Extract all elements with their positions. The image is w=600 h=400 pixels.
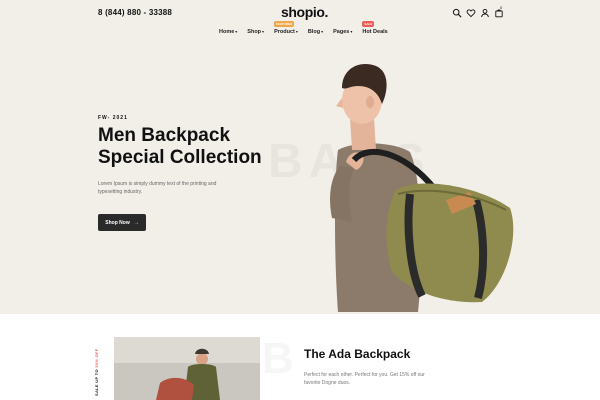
nav-label: Product	[274, 29, 295, 35]
heart-icon[interactable]	[466, 8, 476, 18]
shop-now-label: Shop Now	[105, 219, 130, 226]
section-watermark-letter: B	[262, 334, 294, 384]
chevron-down-icon: ▾	[235, 29, 238, 34]
nav-label: Pages	[333, 29, 350, 35]
nav-item-hot-deals[interactable]: SALE Hot Deals	[362, 21, 388, 35]
nav-label: Home	[219, 29, 235, 35]
chevron-down-icon: ▾	[295, 29, 298, 34]
sale-text: SALE UP TO	[94, 369, 99, 396]
hero-title-line-1: Men Backpack	[98, 125, 231, 146]
main-nav: Home ▾ Shop ▾ FEATURED Product ▾ Blog ▾ …	[219, 21, 388, 35]
site-logo[interactable]: shopio.	[281, 4, 328, 20]
nav-item-pages[interactable]: Pages ▾	[333, 29, 352, 35]
arrow-right-icon: →	[133, 219, 139, 226]
header-icons: 0	[452, 5, 506, 19]
photo-scene	[114, 337, 260, 400]
chevron-down-icon: ▾	[321, 29, 324, 34]
site-header: 8 (844) 880 - 33388 shopio. 0 Home ▾ Sho…	[0, 0, 600, 44]
nav-item-shop[interactable]: Shop ▾	[247, 29, 264, 35]
product-title: The Ada Backpack	[304, 347, 411, 361]
chevron-down-icon: ▾	[350, 29, 353, 34]
phone-number[interactable]: 8 (844) 880 - 33388	[98, 8, 172, 17]
chevron-down-icon: ▾	[262, 29, 265, 34]
hero-description: Lorem Ipsum is simply dummy text of the …	[98, 181, 217, 195]
search-icon[interactable]	[452, 8, 462, 18]
sale-vertical-label: SALE UP TO 30% OFF	[94, 326, 108, 397]
product-feature-section	[0, 314, 600, 400]
sale-badge: SALE	[362, 21, 375, 27]
hero-title: Men Backpack Special Collection	[98, 125, 288, 169]
nav-item-blog[interactable]: Blog ▾	[308, 29, 323, 35]
nav-label: Shop	[247, 29, 262, 35]
hero-eyebrow: FW- 2021	[98, 115, 128, 121]
cart-icon[interactable]	[494, 8, 504, 18]
nav-item-product[interactable]: FEATURED Product ▾	[274, 21, 298, 35]
sale-percent: 30% OFF	[94, 348, 99, 368]
nav-item-home[interactable]: Home ▾	[219, 29, 237, 35]
hero-banner: BAGS FW- 2021 Men Backpack Special Colle…	[0, 44, 600, 314]
featured-badge: FEATURED	[274, 21, 295, 27]
hero-title-line-2: Special Collection	[98, 147, 262, 168]
shop-now-button[interactable]: Shop Now →	[98, 214, 146, 231]
product-description: Perfect for each other. Perfect for you.…	[304, 372, 425, 386]
hero-model-image	[330, 64, 514, 312]
product-lifestyle-image	[114, 337, 260, 400]
nav-label: Blog	[307, 29, 321, 35]
user-icon[interactable]	[480, 8, 490, 18]
cart-count-badge: 0	[500, 5, 503, 10]
nav-label: Hot Deals	[362, 29, 388, 35]
